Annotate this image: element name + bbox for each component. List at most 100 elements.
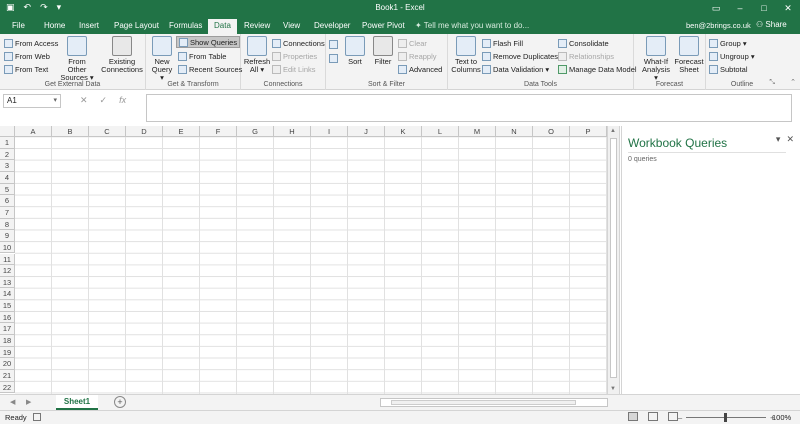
sheet-tab-sheet1[interactable]: Sheet1 [56, 395, 98, 410]
macro-record-icon[interactable] [33, 413, 41, 421]
row-header[interactable]: 5 [0, 183, 15, 196]
consolidate-button[interactable]: Consolidate [558, 37, 609, 49]
tab-review[interactable]: Review [238, 19, 276, 34]
ribbon-display-icon[interactable]: ▭ [704, 0, 728, 17]
scroll-down-icon[interactable]: ▼ [610, 386, 616, 392]
column-header[interactable]: J [348, 126, 385, 137]
from-text-button[interactable]: From Text [4, 63, 48, 75]
row-header[interactable]: 7 [0, 206, 15, 219]
minimize-icon[interactable]: – [728, 0, 752, 17]
text-to-columns-button[interactable]: Text to Columns [451, 36, 481, 74]
row-header[interactable]: 17 [0, 323, 15, 336]
column-header[interactable]: N [496, 126, 533, 137]
advanced-button[interactable]: Advanced [398, 63, 442, 75]
chevron-down-icon[interactable]: ▾ [776, 134, 781, 145]
maximize-icon[interactable]: □ [752, 0, 776, 17]
row-header[interactable]: 11 [0, 253, 15, 266]
page-layout-view-icon[interactable] [648, 412, 658, 421]
show-queries-button[interactable]: Show Queries [176, 36, 241, 48]
next-sheet-icon[interactable]: ▶ [26, 398, 31, 406]
column-header[interactable]: I [311, 126, 348, 137]
row-header[interactable]: 8 [0, 218, 15, 231]
row-header[interactable]: 18 [0, 335, 15, 347]
zoom-percent[interactable]: 100% [772, 413, 791, 422]
tell-me-search[interactable]: ✦ Tell me what you want to do... [415, 21, 529, 30]
column-header[interactable]: H [274, 126, 311, 137]
tab-power-pivot[interactable]: Power Pivot [356, 19, 411, 34]
sort-descending-button[interactable] [329, 52, 338, 64]
row-header[interactable]: 15 [0, 300, 15, 312]
enter-icon[interactable]: ✓ [100, 95, 108, 106]
column-header[interactable]: A [15, 126, 52, 137]
reapply-button[interactable]: Reapply [398, 50, 437, 62]
zoom-out-icon[interactable]: – [678, 413, 682, 422]
column-header[interactable]: L [422, 126, 459, 137]
row-header[interactable]: 4 [0, 171, 15, 184]
share-button[interactable]: ⚇ Share [756, 20, 787, 29]
row-header[interactable]: 16 [0, 311, 15, 324]
relationships-button[interactable]: Relationships [558, 50, 614, 62]
properties-button[interactable]: Properties [272, 50, 317, 62]
sort-ascending-button[interactable] [329, 38, 338, 50]
row-header[interactable]: 19 [0, 346, 15, 359]
remove-duplicates-button[interactable]: Remove Duplicates [482, 50, 558, 62]
vertical-scroll-thumb[interactable] [610, 138, 617, 378]
row-header[interactable]: 1 [0, 137, 15, 149]
row-header[interactable]: 6 [0, 195, 15, 207]
normal-view-icon[interactable] [628, 412, 638, 421]
column-header[interactable]: M [459, 126, 496, 137]
new-query-button[interactable]: New Query ▾ [149, 36, 175, 82]
edit-links-button[interactable]: Edit Links [272, 63, 316, 75]
sort-button[interactable]: Sort [344, 36, 366, 66]
dialog-launcher-icon[interactable]: ⤡ [769, 79, 775, 87]
row-header[interactable]: 2 [0, 148, 15, 161]
row-header[interactable]: 20 [0, 358, 15, 370]
horizontal-scroll-thumb[interactable] [391, 400, 576, 405]
data-validation-button[interactable]: Data Validation ▾ [482, 63, 549, 75]
column-header[interactable]: C [89, 126, 126, 137]
chevron-down-icon[interactable]: ▾ [53, 95, 57, 107]
prev-sheet-icon[interactable]: ◀ [10, 398, 15, 406]
tab-data[interactable]: Data [208, 19, 237, 34]
group-button[interactable]: Group ▾ [709, 37, 747, 49]
tab-view[interactable]: View [277, 19, 306, 34]
scroll-up-icon[interactable]: ▲ [610, 128, 616, 134]
tab-page-layout[interactable]: Page Layout [108, 19, 165, 34]
close-icon[interactable]: ✕ [776, 0, 800, 17]
close-icon[interactable]: ✕ [786, 134, 794, 145]
select-all-corner[interactable] [0, 126, 15, 137]
column-header[interactable]: G [237, 126, 274, 137]
cell-area[interactable] [15, 137, 607, 394]
column-header[interactable]: E [163, 126, 200, 137]
formula-input[interactable] [146, 94, 792, 122]
cancel-icon[interactable]: ✕ [80, 95, 88, 106]
row-header[interactable]: 22 [0, 381, 15, 394]
row-header[interactable]: 21 [0, 370, 15, 382]
refresh-all-button[interactable]: Refresh All ▾ [243, 36, 271, 74]
column-header[interactable]: D [126, 126, 163, 137]
ungroup-button[interactable]: Ungroup ▾ [709, 50, 755, 62]
forecast-sheet-button[interactable]: Forecast Sheet [674, 36, 704, 74]
column-header[interactable]: O [533, 126, 570, 137]
from-access-button[interactable]: From Access [4, 37, 58, 49]
from-other-sources-button[interactable]: From Other Sources ▾ [58, 36, 96, 82]
filter-button[interactable]: Filter [372, 36, 394, 66]
recent-sources-button[interactable]: Recent Sources [178, 63, 242, 75]
add-sheet-icon[interactable]: + [114, 396, 126, 408]
page-break-view-icon[interactable] [668, 412, 678, 421]
from-table-button[interactable]: From Table [178, 50, 226, 62]
column-header[interactable]: P [570, 126, 607, 137]
what-if-analysis-button[interactable]: What-If Analysis ▾ [640, 36, 672, 82]
zoom-slider-knob[interactable] [724, 413, 728, 422]
vertical-scrollbar[interactable]: ▲ ▼ [608, 126, 620, 394]
subtotal-button[interactable]: Subtotal [709, 63, 748, 75]
tab-developer[interactable]: Developer [308, 19, 356, 34]
manage-data-model-button[interactable]: Manage Data Model [558, 63, 637, 75]
horizontal-scrollbar[interactable] [380, 398, 608, 407]
name-box[interactable]: A1 ▾ [3, 94, 61, 108]
column-header[interactable]: B [52, 126, 89, 137]
tab-insert[interactable]: Insert [73, 19, 105, 34]
collapse-ribbon-icon[interactable]: ⌃ [790, 78, 796, 86]
account-name[interactable]: ben@2brings.co.uk [686, 21, 751, 30]
row-header[interactable]: 10 [0, 241, 15, 254]
